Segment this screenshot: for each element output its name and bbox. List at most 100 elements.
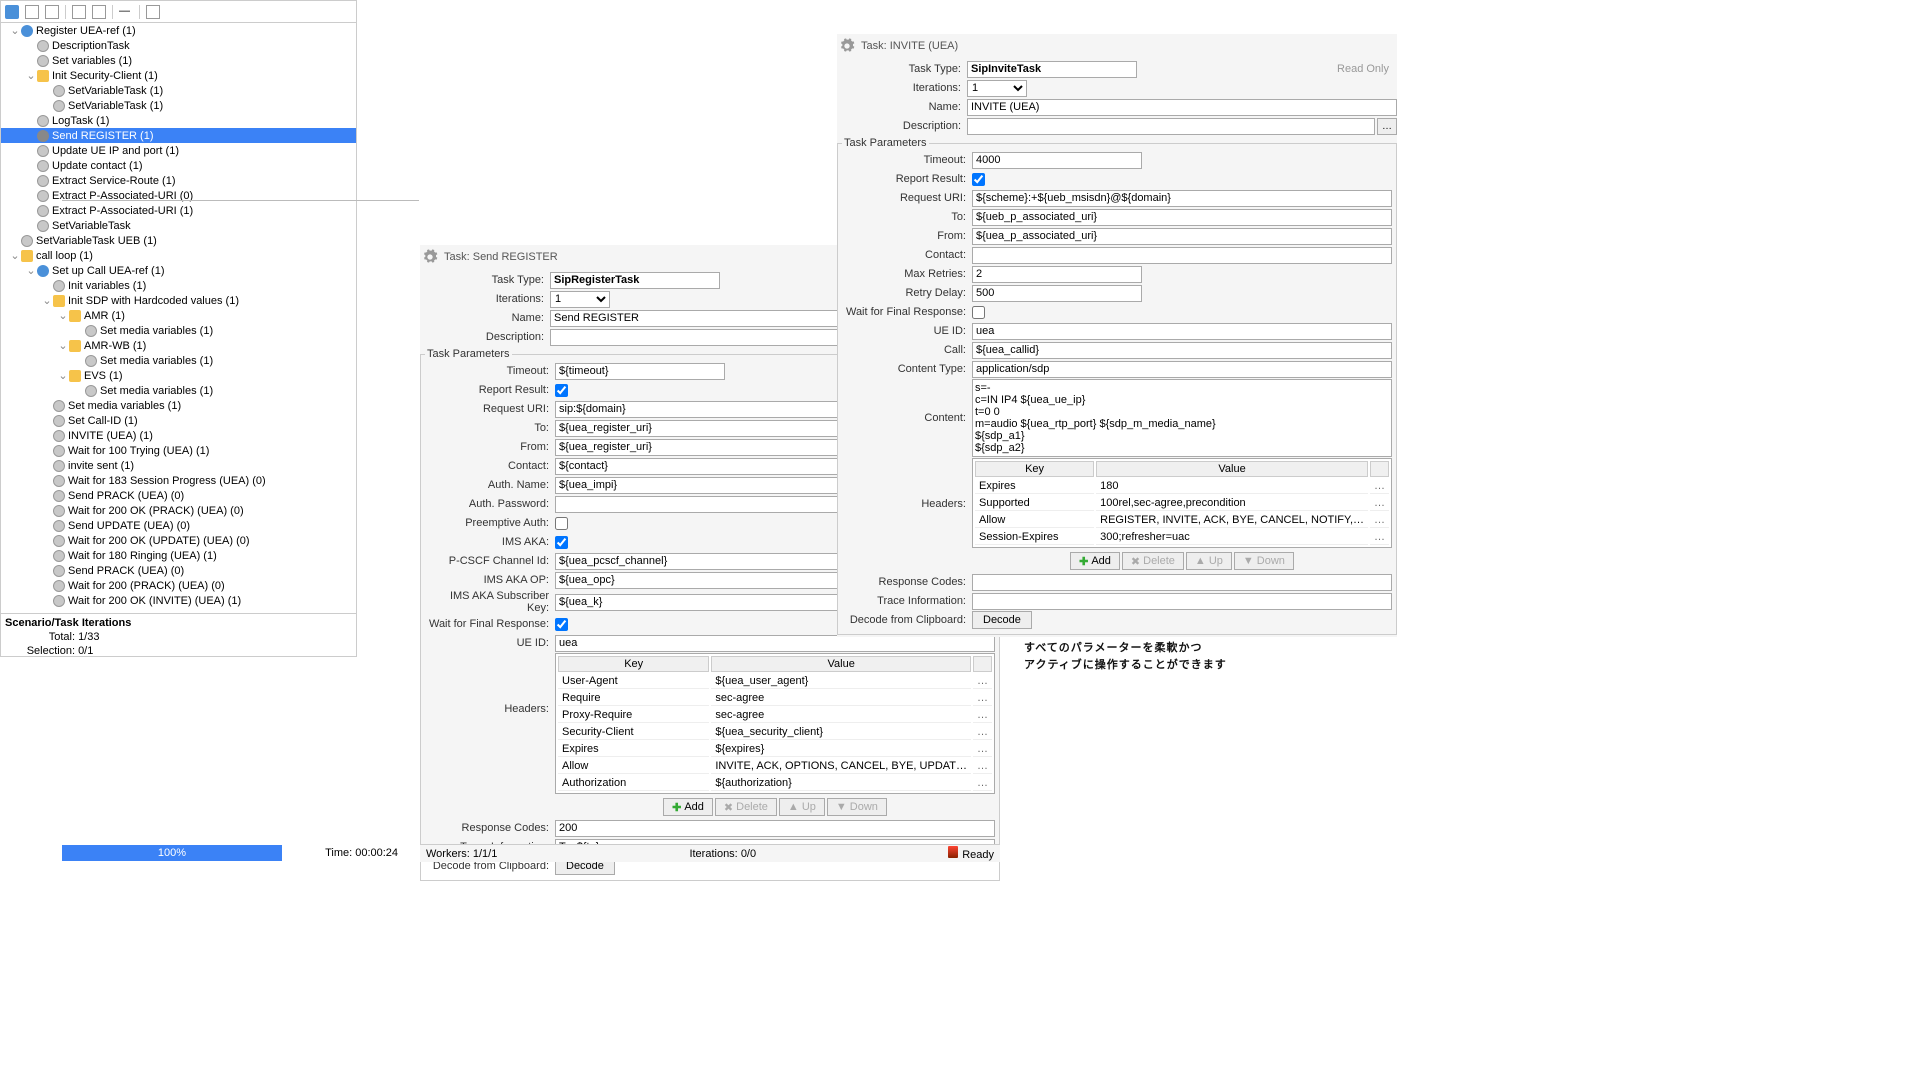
delete-button[interactable]: ✖Delete <box>715 798 777 816</box>
tree-item[interactable]: SetVariableTask UEB (1) <box>1 233 356 248</box>
tree-item[interactable]: Send UPDATE (UEA) (0) <box>1 518 356 533</box>
tree-item[interactable]: Set media variables (1) <box>1 383 356 398</box>
description-field[interactable] <box>967 118 1375 135</box>
tree-item[interactable]: Extract P-Associated-URI (1) <box>1 203 356 218</box>
tree-item[interactable]: Wait for 200 OK (UPDATE) (UEA) (0) <box>1 533 356 548</box>
tree-item[interactable]: Wait for 200 (PRACK) (UEA) (0) <box>1 578 356 593</box>
table-row[interactable]: Supported100rel,sec-agree,precondition… <box>975 496 1389 511</box>
toolbar-icon[interactable] <box>72 5 86 19</box>
row-more-icon[interactable]: … <box>973 674 992 689</box>
down-button[interactable]: ▼Down <box>827 798 887 816</box>
preemptive-auth-checkbox[interactable] <box>555 517 568 530</box>
request-uri-field[interactable] <box>972 190 1392 207</box>
table-row[interactable]: Requiresec-agree… <box>558 691 992 706</box>
decode-button[interactable]: Decode <box>972 611 1032 629</box>
content-textarea[interactable] <box>972 379 1392 457</box>
row-more-icon[interactable]: … <box>973 691 992 706</box>
from-field[interactable] <box>972 228 1392 245</box>
tree-item[interactable]: SetVariableTask (1) <box>1 83 356 98</box>
tree-item[interactable]: SetVariableTask <box>1 218 356 233</box>
expand-icon[interactable]: ⌄ <box>9 24 21 37</box>
table-row[interactable]: Expires${expires}… <box>558 742 992 757</box>
row-more-icon[interactable]: … <box>973 776 992 791</box>
add-button[interactable]: ✚Add <box>1070 552 1120 570</box>
scenario-tree[interactable]: ⌄Register UEA-ref (1)DescriptionTaskSet … <box>1 23 356 613</box>
expand-icon[interactable]: ⌄ <box>41 294 53 307</box>
tree-item[interactable]: SetVariableTask (1) <box>1 98 356 113</box>
tree-item[interactable]: Update UE IP and port (1) <box>1 143 356 158</box>
name-field[interactable] <box>967 99 1397 116</box>
content-type-field[interactable] <box>972 361 1392 378</box>
tree-item[interactable]: INVITE (UEA) (1) <box>1 428 356 443</box>
tree-item[interactable]: Send REGISTER (1) <box>1 128 356 143</box>
up-button[interactable]: ▲Up <box>779 798 825 816</box>
tree-item[interactable]: Set media variables (1) <box>1 398 356 413</box>
tree-item[interactable]: Set variables (1) <box>1 53 356 68</box>
tree-item[interactable]: Wait for 100 Trying (UEA) (1) <box>1 443 356 458</box>
tree-item[interactable]: Wait for 180 Ringing (UEA) (1) <box>1 548 356 563</box>
toolbar-icon[interactable] <box>146 5 160 19</box>
row-more-icon[interactable]: … <box>973 759 992 774</box>
iterations-select[interactable]: 1 <box>967 80 1027 97</box>
report-result-checkbox[interactable] <box>972 173 985 186</box>
tree-item[interactable]: Init variables (1) <box>1 278 356 293</box>
toolbar-icon[interactable] <box>92 5 106 19</box>
tree-item[interactable]: ⌄AMR-WB (1) <box>1 338 356 353</box>
expand-icon[interactable]: ⌄ <box>25 264 37 277</box>
tree-item[interactable]: ⌄AMR (1) <box>1 308 356 323</box>
expand-icon[interactable]: ⌄ <box>57 309 69 322</box>
toolbar-icon[interactable] <box>5 5 19 19</box>
trace-info-field[interactable] <box>972 593 1392 610</box>
table-row[interactable]: Session-Expires300;refresher=uac… <box>975 530 1389 545</box>
to-field[interactable] <box>972 209 1392 226</box>
table-row[interactable]: User-Agent${uea_user_agent}… <box>558 674 992 689</box>
tree-item[interactable]: Send PRACK (UEA) (0) <box>1 488 356 503</box>
response-codes-field[interactable] <box>972 574 1392 591</box>
headers-table[interactable]: KeyValue Expires180…Supported100rel,sec-… <box>972 458 1392 548</box>
toolbar-icon[interactable] <box>45 5 59 19</box>
tree-item[interactable]: ⌄Init SDP with Hardcoded values (1) <box>1 293 356 308</box>
tree-item[interactable]: Wait for 200 OK (PRACK) (UEA) (0) <box>1 503 356 518</box>
ueid-field[interactable] <box>972 323 1392 340</box>
headers-table[interactable]: KeyValue User-Agent${uea_user_agent}…Req… <box>555 653 995 794</box>
table-row[interactable]: AllowREGISTER, INVITE, ACK, BYE, CANCEL,… <box>975 513 1389 528</box>
expand-icon[interactable]: ⌄ <box>25 69 37 82</box>
table-row[interactable]: Expires180… <box>975 479 1389 494</box>
row-more-icon[interactable]: … <box>1370 530 1389 545</box>
tree-item[interactable]: ⌄Init Security-Client (1) <box>1 68 356 83</box>
response-codes-field[interactable] <box>555 820 995 837</box>
tree-item[interactable]: invite sent (1) <box>1 458 356 473</box>
tree-item[interactable]: ⌄call loop (1) <box>1 248 356 263</box>
retry-delay-field[interactable] <box>972 285 1142 302</box>
tree-item[interactable]: Update contact (1) <box>1 158 356 173</box>
row-more-icon[interactable]: … <box>973 742 992 757</box>
wait-final-checkbox[interactable] <box>555 618 568 631</box>
tree-item[interactable]: Set media variables (1) <box>1 323 356 338</box>
expand-icon[interactable]: ⌄ <box>57 369 69 382</box>
timeout-field[interactable] <box>972 152 1142 169</box>
table-row[interactable]: Proxy-Requiresec-agree… <box>558 708 992 723</box>
table-row[interactable]: Authorization${authorization}… <box>558 776 992 791</box>
task-type-field[interactable] <box>550 272 720 289</box>
up-button[interactable]: ▲Up <box>1186 552 1232 570</box>
wait-final-checkbox[interactable] <box>972 306 985 319</box>
contact-field[interactable] <box>972 247 1392 264</box>
max-retries-field[interactable] <box>972 266 1142 283</box>
report-result-checkbox[interactable] <box>555 384 568 397</box>
description-more-button[interactable]: … <box>1377 118 1397 135</box>
toolbar-icon[interactable]: — <box>119 5 133 19</box>
tree-item[interactable]: Set media variables (1) <box>1 353 356 368</box>
tree-item[interactable]: ⌄Register UEA-ref (1) <box>1 23 356 38</box>
tree-item[interactable]: ⌄Set up Call UEA-ref (1) <box>1 263 356 278</box>
ims-aka-checkbox[interactable] <box>555 536 568 549</box>
call-field[interactable] <box>972 342 1392 359</box>
row-more-icon[interactable]: … <box>973 708 992 723</box>
row-more-icon[interactable]: … <box>1370 496 1389 511</box>
timeout-field[interactable] <box>555 363 725 380</box>
ueid-field[interactable] <box>555 635 995 652</box>
tree-item[interactable]: Wait for 200 OK (INVITE) (UEA) (1) <box>1 593 356 608</box>
expand-icon[interactable]: ⌄ <box>57 339 69 352</box>
down-button[interactable]: ▼Down <box>1234 552 1294 570</box>
tree-item[interactable]: LogTask (1) <box>1 113 356 128</box>
tree-item[interactable]: Wait for 183 Session Progress (UEA) (0) <box>1 473 356 488</box>
